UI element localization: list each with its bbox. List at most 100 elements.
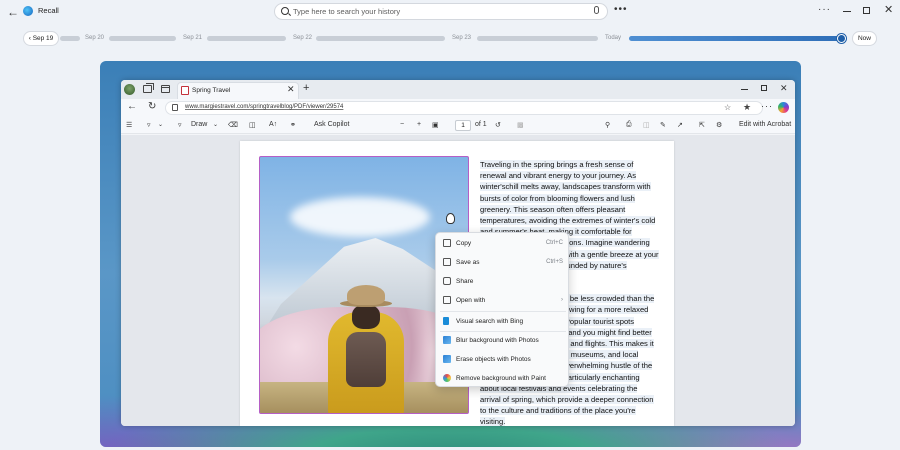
workspaces-icon[interactable] bbox=[143, 83, 154, 93]
timeline-label: Today bbox=[605, 35, 622, 41]
menu-item-label: Copy bbox=[456, 239, 472, 247]
timeline-segment[interactable] bbox=[60, 36, 80, 41]
share-icon bbox=[443, 277, 451, 285]
tab-actions-icon[interactable] bbox=[161, 85, 170, 93]
timeline-label: Sep 23 bbox=[452, 35, 472, 41]
rotate-icon[interactable]: ↺ bbox=[495, 121, 501, 129]
settings-more-icon[interactable]: ··· bbox=[761, 101, 773, 111]
menu-item-label: Erase objects with Photos bbox=[456, 355, 531, 363]
fullscreen-icon[interactable]: ⇱ bbox=[699, 121, 705, 129]
immersive-reader-icon[interactable]: ☆ bbox=[724, 103, 731, 112]
paint-icon bbox=[443, 374, 451, 382]
app-title: Recall bbox=[38, 6, 59, 15]
erase-icon[interactable]: ⌫ bbox=[228, 121, 238, 129]
timeline-label: Sep 22 bbox=[293, 35, 313, 41]
timeline-segment[interactable] bbox=[477, 36, 598, 41]
search-placeholder: Type here to search your history bbox=[293, 7, 401, 16]
back-arrow-icon[interactable]: ← bbox=[6, 5, 20, 19]
menu-item-label: Save as bbox=[456, 258, 480, 266]
favorites-icon[interactable]: ★ bbox=[743, 102, 751, 113]
timeline-segment[interactable] bbox=[316, 36, 445, 41]
save-icon bbox=[443, 258, 451, 266]
minimize-icon[interactable] bbox=[843, 11, 851, 12]
zoom-in-icon[interactable]: + bbox=[417, 121, 421, 128]
menu-item-blur-background[interactable]: Blur background with Photos bbox=[436, 331, 570, 349]
bing-icon bbox=[443, 317, 449, 325]
recall-logo-icon bbox=[23, 6, 33, 16]
chevron-down-icon[interactable]: ⌄ bbox=[213, 121, 218, 128]
edit-with-acrobat-button[interactable]: Edit with Acrobat bbox=[739, 121, 791, 128]
timeline-slider-thumb[interactable] bbox=[837, 34, 846, 43]
save-as-icon[interactable]: ✎ bbox=[660, 121, 666, 129]
menu-item-label: Visual search with Bing bbox=[456, 317, 524, 325]
timeline-prev-button[interactable]: ‹ Sep 19 bbox=[23, 31, 59, 46]
now-button[interactable]: Now bbox=[852, 31, 877, 46]
close-icon[interactable]: ✕ bbox=[780, 83, 788, 94]
profile-avatar[interactable] bbox=[124, 84, 135, 95]
timeline-progress[interactable] bbox=[629, 36, 840, 41]
microphone-icon[interactable] bbox=[594, 6, 599, 14]
window-more-icon[interactable]: ··· bbox=[818, 4, 831, 15]
print-icon[interactable]: ⎙ bbox=[626, 121, 632, 129]
draw-icon[interactable]: ▿ bbox=[178, 121, 182, 129]
address-url[interactable]: www.margiestravel.com/springtravelblog/P… bbox=[185, 104, 343, 110]
maximize-icon[interactable] bbox=[761, 85, 767, 91]
menu-item-shortcut: Ctrl+C bbox=[545, 240, 563, 246]
highlight-icon[interactable]: ▿ bbox=[147, 121, 151, 129]
chevron-down-icon[interactable]: ⌄ bbox=[158, 121, 163, 128]
search-icon bbox=[281, 7, 289, 15]
copy-icon bbox=[443, 239, 451, 247]
page-total: of 1 bbox=[475, 121, 487, 128]
pdf-settings-icon[interactable]: ⚙ bbox=[716, 121, 722, 129]
context-menu: Copy Ctrl+C Save as Ctrl+S Share Open wi… bbox=[435, 232, 569, 387]
maximize-icon[interactable] bbox=[863, 7, 870, 14]
two-page-icon[interactable]: ▩ bbox=[517, 121, 524, 129]
page-number-input[interactable]: 1 bbox=[455, 120, 471, 131]
find-icon[interactable]: ⚲ bbox=[605, 121, 610, 129]
menu-item-label: Remove background with Paint bbox=[456, 374, 546, 382]
timeline-segment[interactable] bbox=[109, 36, 176, 41]
cursor-hand-icon bbox=[446, 213, 455, 224]
copilot-icon[interactable] bbox=[778, 102, 789, 113]
contents-icon[interactable]: ☰ bbox=[126, 121, 132, 129]
timeline-label: Sep 21 bbox=[183, 35, 203, 41]
menu-item-shortcut: Ctrl+S bbox=[546, 259, 563, 265]
open-with-icon bbox=[443, 296, 451, 304]
menu-item-visual-search[interactable]: Visual search with Bing bbox=[436, 312, 570, 330]
back-icon[interactable]: ← bbox=[127, 101, 137, 112]
close-icon[interactable]: ✕ bbox=[884, 3, 893, 16]
translate-icon[interactable]: ⚭ bbox=[290, 121, 296, 129]
save-icon[interactable]: ◫ bbox=[643, 121, 650, 129]
fit-page-icon[interactable]: ▣ bbox=[432, 121, 439, 129]
minimize-icon[interactable] bbox=[741, 89, 748, 90]
read-aloud-icon[interactable]: A↑ bbox=[269, 121, 277, 128]
tab-close-icon[interactable]: ✕ bbox=[287, 84, 295, 95]
menu-item-label: Open with bbox=[456, 296, 486, 304]
more-options-icon[interactable]: ••• bbox=[614, 4, 628, 15]
menu-item-save-as[interactable]: Save as Ctrl+S bbox=[436, 253, 570, 271]
site-info-icon[interactable] bbox=[172, 104, 178, 111]
new-tab-icon[interactable]: + bbox=[303, 82, 309, 94]
menu-item-copy[interactable]: Copy Ctrl+C bbox=[436, 234, 570, 252]
ask-copilot-button[interactable]: Ask Copilot bbox=[314, 121, 349, 128]
menu-item-label: Blur background with Photos bbox=[456, 336, 539, 344]
draw-button[interactable]: Draw bbox=[191, 121, 207, 128]
chevron-right-icon: › bbox=[561, 297, 563, 303]
backpack bbox=[346, 332, 386, 387]
menu-item-erase-objects[interactable]: Erase objects with Photos bbox=[436, 350, 570, 368]
menu-item-open-with[interactable]: Open with › bbox=[436, 291, 570, 309]
share-icon[interactable]: ↗ bbox=[677, 121, 683, 129]
refresh-icon[interactable]: ↻ bbox=[148, 101, 156, 112]
traveler-hair bbox=[352, 305, 380, 329]
hat bbox=[347, 285, 385, 305]
timeline-prev-label: Sep 19 bbox=[32, 35, 54, 42]
tab-title: Spring Travel bbox=[192, 87, 231, 94]
menu-item-label: Share bbox=[456, 277, 474, 285]
menu-item-share[interactable]: Share bbox=[436, 272, 570, 290]
menu-item-remove-background[interactable]: Remove background with Paint bbox=[436, 369, 570, 387]
pdf-icon bbox=[181, 86, 189, 95]
timeline-segment[interactable] bbox=[207, 36, 286, 41]
zoom-out-icon[interactable]: − bbox=[400, 121, 404, 128]
page-view-icon[interactable]: ◫ bbox=[249, 121, 256, 129]
timeline-label: Sep 20 bbox=[85, 35, 105, 41]
